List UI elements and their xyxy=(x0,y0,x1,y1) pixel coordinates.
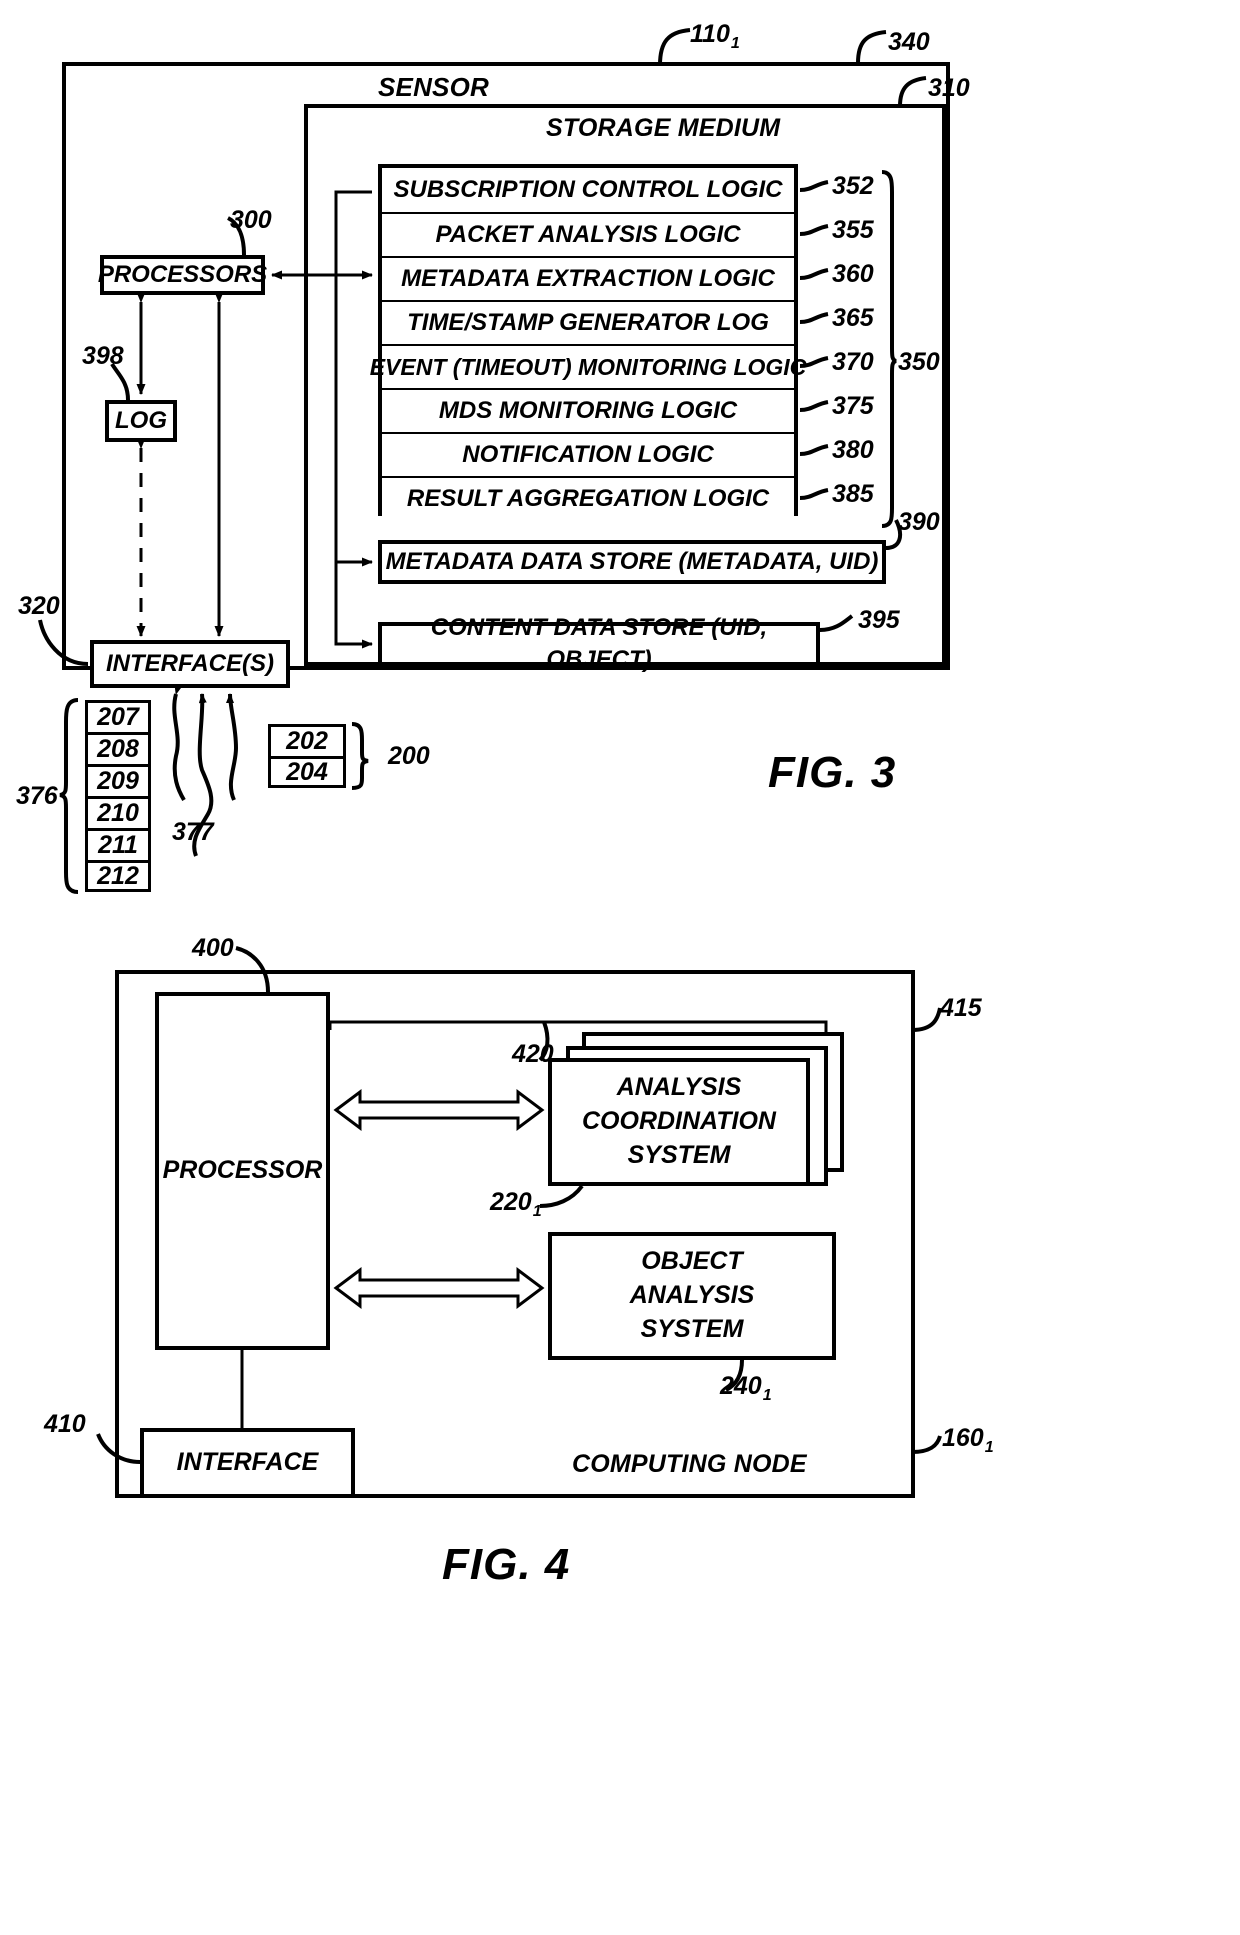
patent-drawing-page: SENSOR 1101 340 STORAGE MEDIUM 310 SUBSC… xyxy=(0,0,1240,1935)
logic-stack-box: SUBSCRIPTION CONTROL LOGIC PACKET ANALYS… xyxy=(370,164,806,520)
ref-360: 360 xyxy=(832,260,874,288)
flow-arrow-up-2 xyxy=(226,693,239,801)
ref-398: 398 xyxy=(82,342,124,370)
ref-380: 380 xyxy=(832,436,874,464)
leader-415 xyxy=(911,1007,942,1032)
log-box: LOG xyxy=(105,400,177,442)
processors-box: PROCESSORS xyxy=(98,255,267,295)
ref-370: 370 xyxy=(832,348,874,376)
ref-320: 320 xyxy=(18,592,60,620)
analysis-coordination-system-box: ANALYSIS COORDINATION SYSTEM xyxy=(548,1058,810,1186)
ref-395: 395 xyxy=(858,606,900,634)
computing-node-label: COMPUTING NODE xyxy=(572,1450,807,1478)
ref-375: 375 xyxy=(832,392,874,420)
logic-row: EVENT (TIMEOUT) MONITORING LOGIC xyxy=(370,344,806,388)
ref-300: 300 xyxy=(230,206,272,234)
ref-340: 340 xyxy=(888,28,930,56)
packet-cell: 210 xyxy=(85,796,151,828)
ref-385: 385 xyxy=(832,480,874,508)
logic-row: METADATA EXTRACTION LOGIC xyxy=(382,256,794,300)
ref-376: 376 xyxy=(16,782,58,810)
processor-box: PROCESSOR xyxy=(155,992,330,1350)
ref-390: 390 xyxy=(898,508,940,536)
packet-cell: 209 xyxy=(85,764,151,796)
object-analysis-system-box: OBJECT ANALYSIS SYSTEM xyxy=(548,1232,836,1360)
leader-110 xyxy=(658,28,691,66)
leader-340 xyxy=(856,30,887,64)
logic-row: SUBSCRIPTION CONTROL LOGIC xyxy=(382,168,794,212)
storage-medium-label: STORAGE MEDIUM xyxy=(546,114,781,142)
ref-200: 200 xyxy=(388,742,430,770)
ref-355: 355 xyxy=(832,216,874,244)
flow-arrow-down xyxy=(172,684,186,802)
logic-row: RESULT AGGREGATION LOGIC xyxy=(382,476,794,520)
packet-cell: 212 xyxy=(85,860,151,892)
metadata-data-store-box: METADATA DATA STORE (METADATA, UID) xyxy=(378,540,886,584)
interfaces-box: INTERFACE(S) xyxy=(90,640,290,688)
ref-377: 377 xyxy=(172,818,214,846)
sensor-label: SENSOR xyxy=(378,72,490,102)
figure-3-title: FIG. 3 xyxy=(768,748,897,797)
logic-row: MDS MONITORING LOGIC xyxy=(382,388,794,432)
ref-400: 400 xyxy=(192,934,234,962)
object-cell: 202 xyxy=(268,724,346,756)
ref-110-1: 1101 xyxy=(690,20,740,52)
logic-row: NOTIFICATION LOGIC xyxy=(382,432,794,476)
logic-row: TIME/STAMP GENERATOR LOG xyxy=(382,300,794,344)
brace-200 xyxy=(351,722,369,790)
leader-160 xyxy=(911,1435,942,1454)
figure-4-title: FIG. 4 xyxy=(442,1540,571,1589)
logic-row: PACKET ANALYSIS LOGIC xyxy=(382,212,794,256)
object-cell: 204 xyxy=(268,756,346,788)
ref-410: 410 xyxy=(44,1410,86,1438)
ref-352: 352 xyxy=(832,172,874,200)
ref-220-1: 2201 xyxy=(490,1188,542,1220)
content-data-store-box: CONTENT DATA STORE (UID, OBJECT) xyxy=(378,614,820,673)
ref-365: 365 xyxy=(832,304,874,332)
ref-350: 350 xyxy=(898,348,940,376)
ref-240-1: 2401 xyxy=(720,1372,772,1404)
brace-376 xyxy=(59,698,79,894)
packet-cell: 207 xyxy=(85,700,151,732)
packet-cell: 208 xyxy=(85,732,151,764)
packet-cell: 211 xyxy=(85,828,151,860)
interface-box-fig4: INTERFACE xyxy=(140,1428,355,1498)
ref-160-1: 1601 xyxy=(942,1424,994,1456)
ref-415: 415 xyxy=(940,994,982,1022)
ref-310: 310 xyxy=(928,74,970,102)
